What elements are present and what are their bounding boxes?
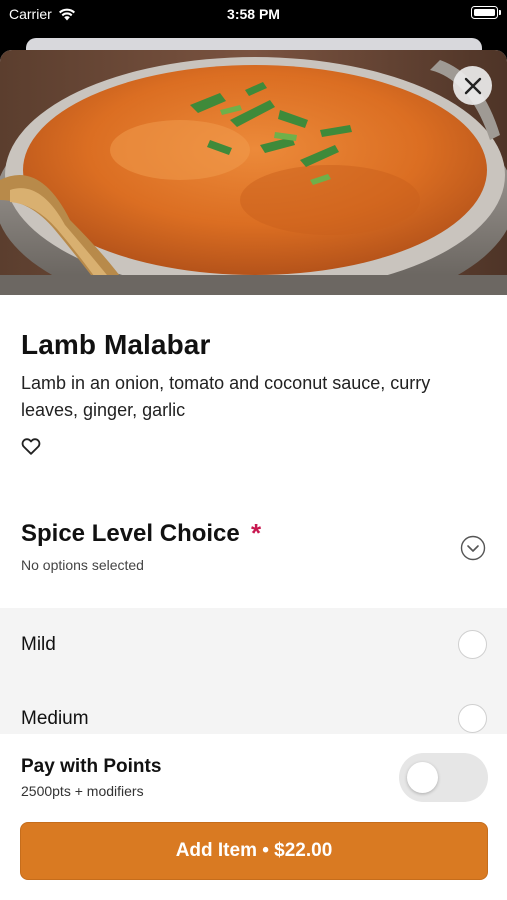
status-bar: Carrier 3:58 PM [0, 0, 507, 30]
option-row-medium[interactable]: Medium [0, 682, 507, 736]
option-row-mild[interactable]: Mild [0, 608, 507, 682]
item-title: Lamb Malabar [21, 329, 211, 360]
radio-button[interactable] [458, 704, 487, 733]
modifier-group-title: Spice Level Choice [21, 520, 240, 547]
clock: 3:58 PM [227, 6, 280, 22]
pay-with-points-toggle[interactable] [399, 753, 488, 802]
item-description: Lamb in an onion, tomato and coconut sau… [21, 373, 431, 420]
heart-outline-icon [21, 438, 41, 455]
close-button[interactable] [453, 66, 492, 105]
modifier-group-status: No options selected [21, 557, 144, 573]
favorite-button[interactable] [20, 435, 42, 457]
footer-panel: Pay with Points 2500pts + modifiers Add … [0, 734, 507, 900]
dish-photo [0, 50, 507, 295]
modifier-group-header[interactable]: Spice Level Choice * No options selected [0, 505, 507, 605]
expand-toggle[interactable] [460, 535, 486, 561]
modifier-options-list: Mild Medium [0, 608, 507, 736]
add-item-button[interactable]: Add Item • $22.00 [20, 822, 488, 880]
close-icon [464, 77, 481, 94]
pay-with-points-title: Pay with Points [21, 756, 162, 777]
option-label: Medium [21, 708, 89, 729]
required-indicator: * [251, 518, 262, 548]
battery-icon [471, 6, 501, 19]
chevron-down-circle-icon [460, 535, 486, 561]
pay-with-points-subtitle: 2500pts + modifiers [21, 783, 144, 799]
toggle-knob [407, 762, 438, 793]
option-label: Mild [21, 634, 56, 655]
radio-button[interactable] [458, 630, 487, 659]
item-detail-sheet: Lamb Malabar Lamb in an onion, tomato an… [0, 50, 507, 900]
